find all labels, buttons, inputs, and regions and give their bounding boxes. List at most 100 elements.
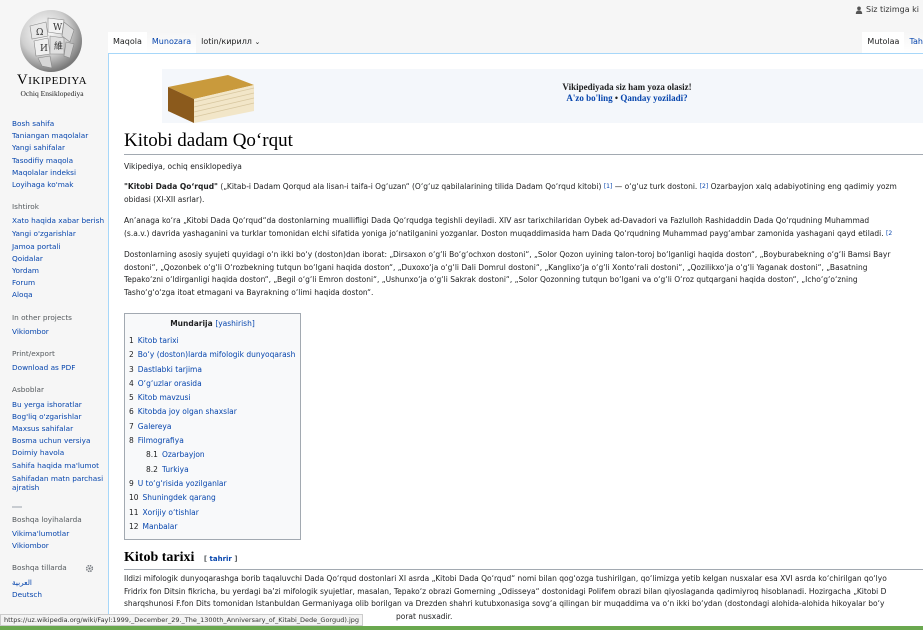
paragraph-line: (s.a.v.) davrida yashaganini va turklar … <box>124 228 923 241</box>
sidebar-lang-german[interactable]: Deutsch <box>12 589 106 601</box>
sidebar-divider <box>12 505 22 508</box>
toc-label: Kitob mavzusi <box>137 393 191 403</box>
sidebar-item-wikidata[interactable]: Vikima'lumotlar <box>12 528 106 540</box>
user-icon <box>855 6 863 14</box>
toc-label: Filmografiya <box>137 436 184 446</box>
sidebar-item-help[interactable]: Yordam <box>12 265 106 277</box>
toc-number: 10 <box>129 493 139 503</box>
sidebar-item-permalink[interactable]: Doimiy havola <box>12 447 106 459</box>
toc-title: Mundarija [yashirish] <box>125 314 300 334</box>
toc-item[interactable]: 11 Xorijiy o‘tishlar <box>129 506 300 520</box>
sidebar-item-printable[interactable]: Bosma uchun versiya <box>12 435 106 447</box>
toc-item[interactable]: 8.1 Ozarbayjon <box>129 448 300 462</box>
sidebar-item-community[interactable]: Jamoa portali <box>12 241 106 253</box>
toc-number: 11 <box>129 507 139 517</box>
toc-item[interactable]: 2 Bo‘y (doston)larda mifologik dunyoqaras… <box>129 348 300 362</box>
toc-item[interactable]: 7 Galereya <box>129 420 300 434</box>
toc-item[interactable]: 6 Kitobda joy olgan shaxslar <box>129 405 300 419</box>
paragraph-line: Tepako‘zni o‘ldirganligi haqida doston“,… <box>124 275 858 284</box>
toc-label: Xorijiy o‘tishlar <box>142 507 199 517</box>
join-link[interactable]: A'zo bo'ling <box>566 93 612 103</box>
toc-item[interactable]: 8 Filmografiya <box>129 434 300 448</box>
sidebar-item-what-links-here[interactable]: Bu yerga ishoratlar <box>12 399 106 411</box>
sidebar-lang-arabic[interactable]: العربية <box>12 577 106 589</box>
site-subtitle: Vikipediya, ochiq ensiklopediya <box>124 162 242 171</box>
login-link[interactable]: Siz tizimga ki <box>866 5 919 14</box>
sidebar-heading-participate: Ishtirok <box>12 202 39 212</box>
tab-talk[interactable]: Munozara <box>146 32 197 53</box>
toc-label: O‘g‘uzlar orasida <box>137 378 202 388</box>
gear-icon[interactable] <box>85 564 94 573</box>
personal-tools: Siz tizimga ki <box>855 5 919 14</box>
sidebar-item-special-pages[interactable]: Maxsus sahifalar <box>12 423 106 435</box>
sidebar-item-related-changes[interactable]: Bog'liq o'zgarishlar <box>12 411 106 423</box>
sidebar-item-random[interactable]: Tasodifiy maqola <box>12 155 106 167</box>
paragraph-line: sharqshunosi F.fon Dits tomonidan Istanb… <box>124 599 885 608</box>
variant-label: lotin/кирилл <box>201 37 252 46</box>
text-span: („Kitab-i Dadam Qorqud ala lisan-i taifa… <box>217 182 604 191</box>
toc-label: Kitobda joy olgan shaxslar <box>137 407 237 417</box>
toc-item[interactable]: 5 Kitob mavzusi <box>129 391 300 405</box>
section-edit-link[interactable]: tahrir <box>210 555 232 563</box>
sidebar-item-page-info[interactable]: Sahifa haqida ma'lumot <box>12 460 106 472</box>
toc-label: Shuningdek qarang <box>142 493 216 503</box>
ref-2[interactable]: [2] <box>700 183 709 190</box>
toc-number: 4 <box>129 378 134 388</box>
toc-number: 9 <box>129 478 134 488</box>
tab-edit[interactable]: Tah <box>904 32 923 53</box>
sidebar-item-index[interactable]: Maqolalar indeksi <box>12 167 106 179</box>
tab-article[interactable]: Maqola <box>108 32 147 53</box>
browser-status-bar: https://uz.wikipedia.org/wiki/Fayl:1999,… <box>0 614 364 626</box>
sidebar-heading-other-projects: Boshqa loyihalarda <box>12 514 82 524</box>
sidebar-item-forum[interactable]: Forum <box>12 277 106 289</box>
sidebar: Bosh sahifa Taniangan maqolalar Yangi sa… <box>12 118 106 601</box>
sidebar-item-cite[interactable]: Sahifadan matn parchasi ajratish <box>12 474 106 492</box>
toc-item[interactable]: 12 Manbalar <box>129 520 300 534</box>
toc-number: 8 <box>129 436 134 446</box>
toc-label: Galereya <box>137 421 172 431</box>
toc-list: 1 Kitob tarixi 2 Bo‘y (doston)larda mifolog… <box>125 334 300 534</box>
how-to-write-link[interactable]: Qanday yoziladi? <box>620 93 687 103</box>
toc-item[interactable]: 1 Kitob tarixi <box>129 334 300 348</box>
toc-item[interactable]: 8.2 Turkiya <box>129 463 300 477</box>
toc-item[interactable]: 10 Shuningdek qarang <box>129 491 300 505</box>
content-area: Vikipediyada siz ham yoza olasiz! A'zo b… <box>108 53 923 630</box>
toc-number: 8.1 <box>146 450 158 460</box>
sidebar-item-commons[interactable]: Vikiombor <box>12 326 106 338</box>
toc-label: Turkiya <box>161 464 189 474</box>
browser-page: Siz tizimga ki Ω W И 維 Vikipediya Ochiq … <box>0 0 923 630</box>
toc-item[interactable]: 4 O‘g‘uzlar orasida <box>129 377 300 391</box>
paragraph-plot: Dostonlarning asosiy syujeti quyidagi o‘… <box>124 249 923 299</box>
bold-title: "Kitobi Dada Qo‘rqud" <box>124 182 218 191</box>
ref-2b[interactable]: [2 <box>886 230 892 237</box>
sidebar-item-main-page[interactable]: Bosh sahifa <box>12 118 106 130</box>
toc-item[interactable]: 9U to‘g‘risida yozilganlar <box>129 477 300 491</box>
section-heading-history: Kitob tarixi [ tahrir ] <box>124 550 923 570</box>
variant-dropdown[interactable]: lotin/кирилл ⌄ <box>196 32 265 53</box>
site-notice: Vikipediyada siz ham yoza olasiz! A'zo b… <box>162 69 923 123</box>
sidebar-item-donate[interactable]: Loyihaga ko'mak <box>12 179 106 191</box>
sidebar-item-rules[interactable]: Qoidalar <box>12 253 106 265</box>
namespace-tabs: Maqola Munozara lotin/кирилл ⌄ <box>108 32 265 53</box>
sidebar-item-recent-changes[interactable]: Yangi o'zgarishlar <box>12 228 106 240</box>
paragraph-line: Fridrix fon Ditsin fikricha, bu yerdagi … <box>124 586 887 596</box>
sidebar-item-download-pdf[interactable]: Download as PDF <box>12 362 106 374</box>
sidebar-item-featured[interactable]: Taniangan maqolalar <box>12 130 106 142</box>
paragraph-line: Ildizi mifologik dunyoqarashga borib taq… <box>124 574 887 583</box>
toc-item[interactable]: 3 Dastlabki tarjima <box>129 363 300 377</box>
notice-text: Vikipediyada siz ham yoza olasiz! A'zo b… <box>462 82 792 104</box>
logo[interactable]: Ω W И 維 Vikipediya Ochiq Ensiklopediya <box>0 0 108 110</box>
svg-text:Ω: Ω <box>36 28 43 38</box>
sidebar-heading-print: Print/export <box>12 349 55 359</box>
sidebar-nav: Bosh sahifa Taniangan maqolalar Yangi sa… <box>12 118 106 191</box>
sidebar-item-new-pages[interactable]: Yangi sahifalar <box>12 142 106 154</box>
sidebar-item-report-error[interactable]: Xato haqida xabar berish <box>12 216 106 225</box>
tab-read[interactable]: Mutolaa <box>862 32 905 53</box>
toc-label: U to‘g‘risida yozilganlar <box>137 478 227 488</box>
languages-label: Boshqa tillarda <box>12 563 67 573</box>
sidebar-item-commons-2[interactable]: Vikiombor <box>12 540 106 552</box>
paragraph-line: Dostonlarning asosiy syujeti quyidagi o‘… <box>124 250 891 259</box>
paragraph-line: Tasho‘g‘o‘zga itoat etmagani va Bayrakni… <box>124 287 374 297</box>
toc-toggle[interactable]: [yashirish] <box>215 319 254 328</box>
sidebar-item-contact[interactable]: Aloqa <box>12 289 106 301</box>
